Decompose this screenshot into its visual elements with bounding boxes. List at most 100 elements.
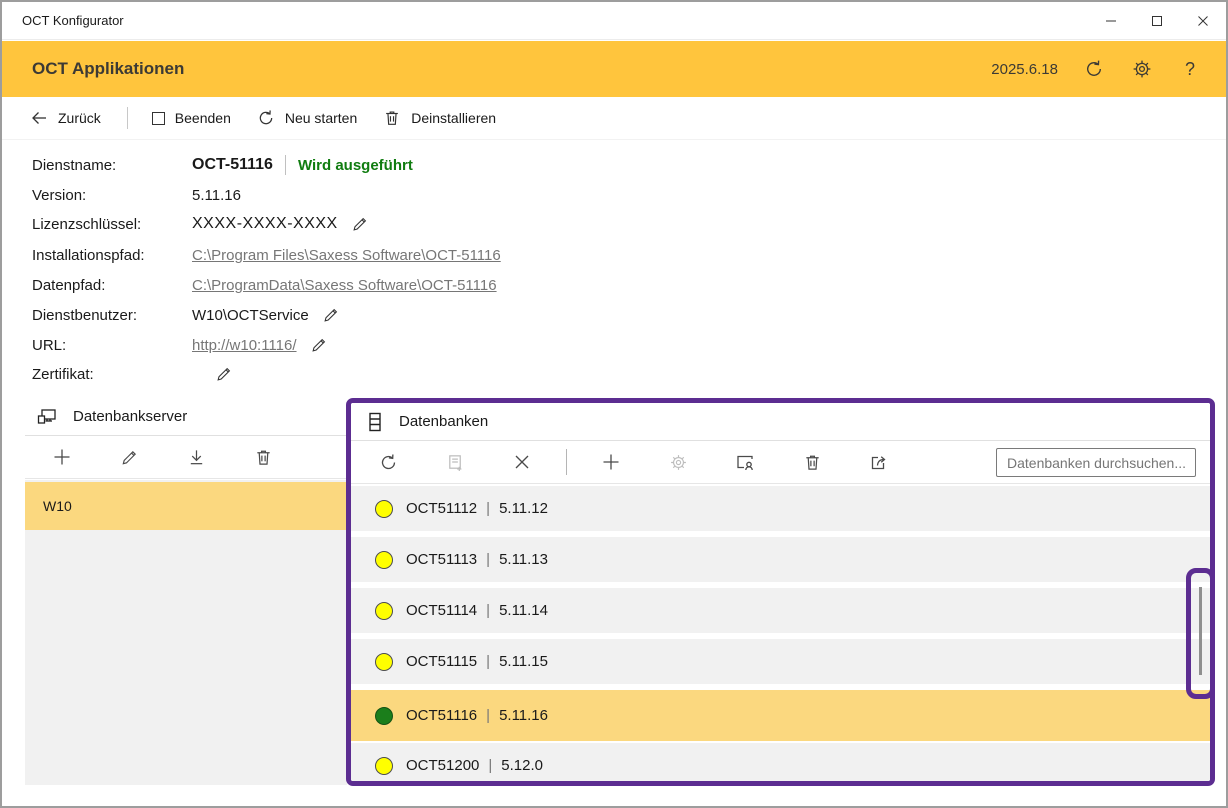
add-server-button[interactable] — [39, 439, 85, 475]
delete-server-button[interactable] — [240, 439, 286, 475]
delete-database-button[interactable] — [789, 444, 835, 480]
help-button[interactable]: ? — [1178, 57, 1202, 81]
pencil-icon — [351, 215, 369, 233]
database-version: 5.11.12 — [499, 500, 548, 517]
stop-icon — [152, 112, 165, 125]
restart-icon — [257, 109, 275, 127]
status-dot-stopped — [375, 551, 393, 569]
title-bar: OCT Konfigurator — [2, 2, 1226, 40]
edit-server-button[interactable] — [106, 439, 152, 475]
maximize-button[interactable] — [1134, 2, 1180, 39]
install-path-row: Installationspfad: C:\Program Files\Saxe… — [32, 243, 501, 267]
database-settings-button[interactable] — [655, 444, 701, 480]
version-label: Version: — [32, 187, 192, 204]
database-name: OCT51116 — [406, 707, 477, 724]
refresh-icon — [379, 453, 398, 472]
edit-certificate-button[interactable] — [214, 364, 234, 384]
service-name-label: Dienstname: — [32, 157, 192, 174]
database-row[interactable]: OCT51112 | 5.11.12 — [351, 486, 1210, 531]
uninstall-button[interactable]: Deinstallieren — [383, 109, 496, 127]
refresh-button[interactable] — [1082, 57, 1106, 81]
data-path-link[interactable]: C:\ProgramData\Saxess Software\OCT-51116 — [192, 277, 497, 294]
database-row-selected[interactable]: OCT51116 | 5.11.16 — [351, 690, 1210, 741]
edit-url-button[interactable] — [309, 335, 329, 355]
database-name: OCT51113 — [406, 551, 477, 568]
add-database-button[interactable] — [588, 444, 634, 480]
create-from-template-button[interactable] — [432, 444, 478, 480]
name-version-separator: | — [486, 707, 490, 724]
close-icon — [1197, 15, 1209, 27]
database-row[interactable]: OCT51114 | 5.11.14 — [351, 588, 1210, 633]
uninstall-label: Deinstallieren — [411, 110, 496, 126]
refresh-icon — [1084, 59, 1104, 79]
service-user-row: Dienstbenutzer: W10\OCTService — [32, 303, 341, 327]
scrollbar-thumb[interactable] — [1199, 587, 1202, 675]
service-name-value: OCT-51116 — [192, 156, 273, 174]
database-name: OCT51114 — [406, 602, 477, 619]
status-dot-running — [375, 707, 393, 725]
pencil-icon — [120, 448, 139, 467]
pencil-icon — [310, 336, 328, 354]
settings-button[interactable] — [1130, 57, 1154, 81]
databases-list: OCT51112 | 5.11.12 OCT51113 | 5.11.13 OC… — [351, 484, 1210, 781]
data-path-label: Datenpfad: — [32, 277, 192, 294]
data-path-row: Datenpfad: C:\ProgramData\Saxess Softwar… — [32, 273, 497, 297]
name-version-separator: | — [486, 551, 490, 568]
close-button[interactable] — [1180, 2, 1226, 39]
server-panel-toolbar — [25, 436, 347, 479]
stop-service-button[interactable]: Beenden — [152, 110, 231, 126]
minimize-button[interactable] — [1088, 2, 1134, 39]
database-row[interactable]: OCT51115 | 5.11.15 — [351, 639, 1210, 684]
rename-user-icon — [735, 452, 755, 472]
server-name: W10 — [43, 498, 72, 514]
edit-license-button[interactable] — [350, 214, 370, 234]
install-path-link[interactable]: C:\Program Files\Saxess Software\OCT-511… — [192, 247, 501, 264]
import-server-button[interactable] — [173, 439, 219, 475]
trash-icon — [803, 453, 822, 472]
assign-user-button[interactable] — [722, 444, 768, 480]
server-row-w10[interactable]: W10 — [25, 482, 347, 530]
devices-icon — [35, 405, 59, 429]
refresh-databases-button[interactable] — [365, 444, 411, 480]
cancel-button[interactable] — [499, 444, 545, 480]
back-arrow-icon — [30, 109, 48, 127]
download-icon — [187, 448, 206, 467]
status-dot-stopped — [375, 757, 393, 775]
license-row: Lizenzschlüssel: XXXX-XXXX-XXXX — [32, 212, 370, 236]
restart-service-button[interactable]: Neu starten — [257, 109, 357, 127]
status-dot-stopped — [375, 602, 393, 620]
page-title: OCT Applikationen — [32, 59, 184, 79]
app-header: OCT Applikationen 2025.6.18 ? — [2, 41, 1226, 97]
status-dot-stopped — [375, 500, 393, 518]
export-database-button[interactable] — [856, 444, 902, 480]
version-row: Version: 5.11.16 — [32, 183, 241, 207]
database-version: 5.12.0 — [501, 757, 543, 774]
plus-icon — [601, 452, 621, 472]
database-version: 5.11.13 — [499, 551, 548, 568]
database-row[interactable]: OCT51113 | 5.11.13 — [351, 537, 1210, 582]
scrollbar-highlight — [1186, 568, 1215, 699]
databases-panel: Datenbanken — [346, 398, 1215, 786]
back-button[interactable]: Zurück — [30, 109, 101, 127]
databases-panel-header: Datenbanken — [351, 403, 1210, 441]
app-window: OCT Konfigurator OCT Applikationen 2025.… — [0, 0, 1228, 808]
toolbar-separator — [566, 449, 567, 475]
databases-panel-toolbar — [351, 441, 1210, 484]
url-link[interactable]: http://w10:1116/ — [192, 337, 297, 354]
service-status-badge: Wird ausgeführt — [298, 157, 413, 174]
status-separator — [285, 155, 286, 175]
name-version-separator: | — [486, 653, 490, 670]
server-panel-title: Datenbankserver — [73, 408, 187, 425]
share-icon — [869, 452, 889, 472]
edit-service-user-button[interactable] — [321, 305, 341, 325]
database-row[interactable]: OCT51200 | 5.12.0 — [351, 743, 1210, 781]
pencil-icon — [215, 365, 233, 383]
install-path-label: Installationspfad: — [32, 247, 192, 264]
trash-icon — [254, 448, 273, 467]
maximize-icon — [1151, 15, 1163, 27]
status-dot-stopped — [375, 653, 393, 671]
minimize-icon — [1105, 15, 1117, 27]
certificate-label: Zertifikat: — [32, 366, 192, 383]
database-version: 5.11.15 — [499, 653, 548, 670]
search-databases-input[interactable] — [996, 448, 1196, 477]
